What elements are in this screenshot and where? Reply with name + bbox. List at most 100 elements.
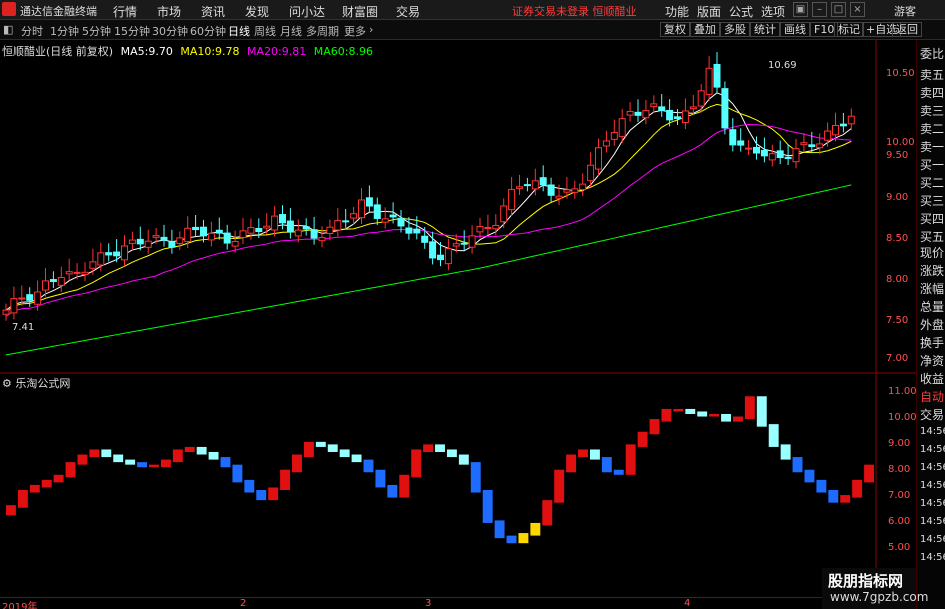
candle-body: [49, 279, 57, 283]
app-logo-icon: [2, 2, 16, 16]
candle-body: [602, 140, 610, 147]
indicator-bar: [196, 446, 207, 455]
indicator-bar: [101, 449, 112, 458]
auto-trade-tab[interactable]: 自动: [920, 388, 944, 405]
menu-item-market[interactable]: 市场: [157, 3, 181, 20]
indicator-bar: [327, 444, 338, 452]
candle-body: [358, 199, 365, 219]
ind-tick: 10.00: [888, 412, 917, 423]
candle-body: [215, 229, 223, 234]
trade-tab[interactable]: 交易: [920, 406, 944, 423]
ind-tick: 8.00: [888, 464, 911, 475]
candle-body: [452, 243, 460, 247]
indicator-bar: [685, 408, 696, 414]
menu-item-wealth[interactable]: 财富圈: [342, 3, 378, 20]
back-button[interactable]: 返回: [892, 22, 922, 37]
candle-body: [223, 232, 231, 244]
ind-tick: 7.00: [888, 490, 911, 501]
close-icon[interactable]: ×: [850, 2, 865, 17]
quote-label[interactable]: 委比: [920, 45, 944, 62]
menu-item-formula[interactable]: 公式: [729, 3, 753, 20]
login-notice[interactable]: 证券交易未登录 恒顺醋业: [512, 3, 637, 19]
candle-body: [326, 226, 334, 235]
period-multi[interactable]: 多周期: [306, 23, 339, 39]
quote-label[interactable]: 总量: [920, 298, 944, 315]
sidebar-toggle-icon[interactable]: ◧: [3, 23, 13, 36]
period-30min[interactable]: 30分钟: [152, 23, 188, 39]
candle-body: [547, 184, 555, 196]
candle-body: [160, 236, 168, 241]
quote-label[interactable]: 换手: [920, 334, 944, 351]
quote-label[interactable]: 买五: [920, 228, 944, 245]
multi-stock-button[interactable]: 多股: [720, 22, 750, 37]
mark-button[interactable]: 标记: [834, 22, 864, 37]
quote-label[interactable]: 卖四: [920, 84, 944, 101]
candle-body: [444, 248, 452, 265]
menu-item-layout[interactable]: 版面: [697, 3, 721, 20]
ma20-line: [5, 124, 852, 318]
menu-item-ask[interactable]: 问小达: [289, 3, 325, 20]
indicator-title[interactable]: ⚙ 乐淘公式网: [2, 375, 70, 391]
quote-label[interactable]: 净资: [920, 352, 944, 369]
indicator-bar: [804, 469, 815, 483]
indicator-name: 乐淘公式网: [15, 377, 71, 390]
price-tick: 9.50: [886, 150, 909, 161]
price-tick: 10.50: [886, 68, 915, 79]
menu-item-function[interactable]: 功能: [665, 3, 689, 20]
candle-body: [666, 109, 674, 121]
quote-label[interactable]: 卖三: [920, 102, 944, 119]
candle-body: [792, 148, 800, 163]
adjust-button[interactable]: 复权: [660, 22, 690, 37]
quote-label[interactable]: 买四: [920, 210, 944, 227]
period-5min[interactable]: 5分钟: [82, 23, 111, 39]
kline-chart[interactable]: 10.69 7.41: [0, 40, 916, 597]
period-toolbar: ◧ 分时 1分钟 5分钟 15分钟 30分钟 60分钟 日线 周线 月线 多周期…: [0, 20, 945, 40]
quote-label[interactable]: 现价: [920, 244, 944, 261]
tick-time: 14:56: [920, 444, 945, 455]
quote-label[interactable]: 外盘: [920, 316, 944, 333]
quote-label[interactable]: 收益: [920, 370, 944, 387]
period-more[interactable]: 更多: [344, 23, 366, 39]
period-daily[interactable]: 日线: [228, 23, 250, 39]
guest-label[interactable]: 游客: [894, 3, 916, 19]
candle-body: [184, 227, 192, 242]
candle-body: [531, 180, 539, 190]
menu-item-trade[interactable]: 交易: [396, 3, 420, 20]
menu-item-options[interactable]: 选项: [761, 3, 785, 20]
quote-label[interactable]: 涨跌: [920, 262, 944, 279]
period-1min[interactable]: 1分钟: [50, 23, 79, 39]
indicator-bar: [542, 500, 553, 526]
skin-icon[interactable]: ▣: [793, 2, 808, 17]
quote-label[interactable]: 买二: [920, 174, 944, 191]
maximize-icon[interactable]: □: [831, 2, 846, 17]
candle-body: [121, 245, 128, 261]
quote-label[interactable]: 买一: [920, 156, 944, 173]
quote-label[interactable]: 卖一: [920, 138, 944, 155]
period-weekly[interactable]: 周线: [254, 23, 276, 39]
candle-body: [18, 297, 26, 300]
chevron-right-icon[interactable]: ›: [369, 23, 373, 36]
quote-label[interactable]: 买三: [920, 192, 944, 209]
period-monthly[interactable]: 月线: [280, 23, 302, 39]
date-label: 3: [425, 598, 432, 609]
quote-label[interactable]: 卖五: [920, 66, 944, 83]
candle-body: [89, 261, 97, 269]
period-15min[interactable]: 15分钟: [114, 23, 150, 39]
draw-line-button[interactable]: 画线: [780, 22, 810, 37]
minimize-icon[interactable]: –: [812, 2, 827, 17]
indicator-bar: [89, 449, 100, 458]
stats-button[interactable]: 统计: [750, 22, 780, 37]
candle-body: [34, 291, 42, 305]
overlay-button[interactable]: 叠加: [690, 22, 720, 37]
indicator-bar: [864, 464, 874, 483]
menu-item-hangqing[interactable]: 行情: [113, 3, 137, 20]
period-60min[interactable]: 60分钟: [190, 23, 226, 39]
gear-icon[interactable]: ⚙: [2, 377, 12, 390]
menu-item-discover[interactable]: 发现: [245, 3, 269, 20]
period-intraday[interactable]: 分时: [21, 23, 43, 39]
menu-item-news[interactable]: 资讯: [201, 3, 225, 20]
candle-body: [310, 229, 318, 239]
quote-label[interactable]: 涨幅: [920, 280, 944, 297]
candle-body: [373, 204, 381, 219]
quote-label[interactable]: 卖二: [920, 120, 944, 137]
